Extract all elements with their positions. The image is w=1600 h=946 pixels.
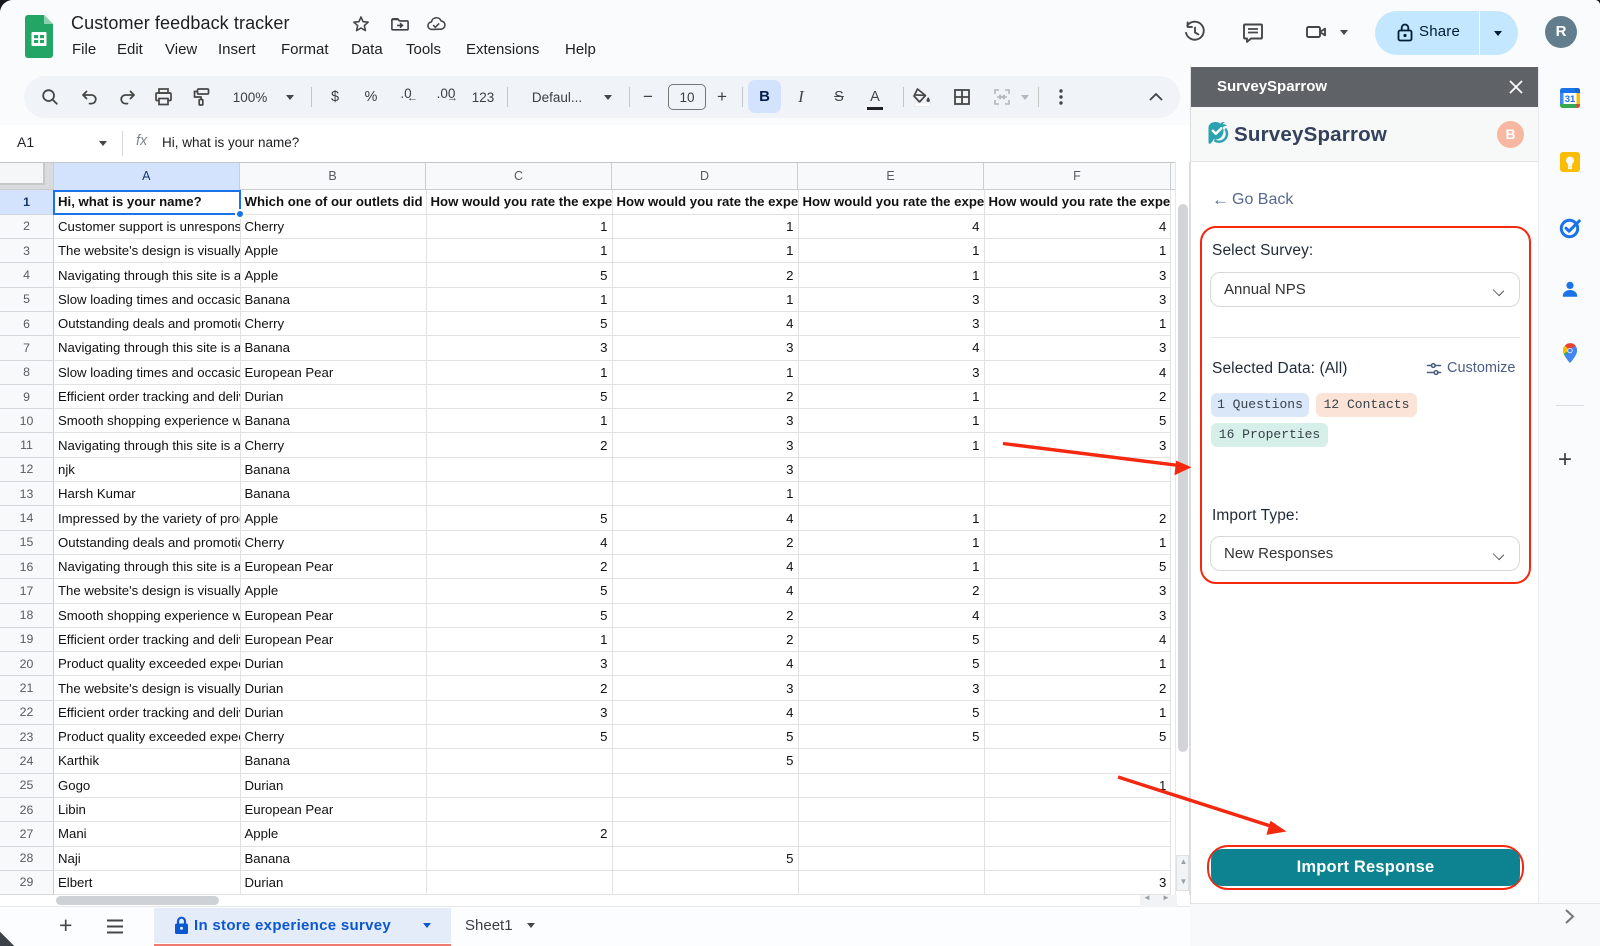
svg-text:31: 31 bbox=[1565, 94, 1576, 105]
